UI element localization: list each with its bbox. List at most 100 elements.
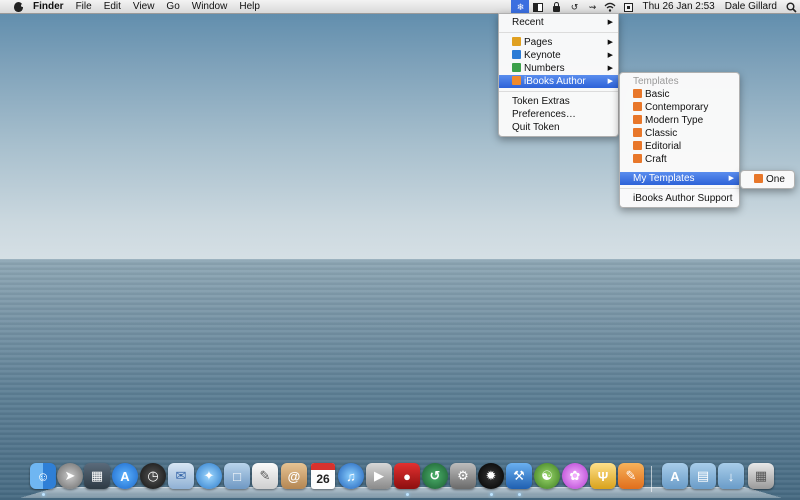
menu-item-label: Numbers (524, 63, 565, 74)
menu-item-label: One (766, 174, 785, 185)
itunes-icon[interactable]: ♫ (338, 463, 364, 489)
applications-folder-icon[interactable]: A (662, 463, 688, 489)
finder-icon[interactable]: ☺ (30, 463, 56, 489)
dock-divider (651, 466, 652, 492)
lock-icon[interactable] (547, 0, 565, 14)
menu-separator (499, 32, 618, 33)
running-indicator (42, 493, 45, 496)
menu-item-numbers[interactable]: Numbers ▶ (499, 62, 618, 75)
menu-item-label: Modern Type (645, 115, 704, 126)
menu-separator (499, 91, 618, 92)
running-indicator (518, 493, 521, 496)
menu-item-ibooks-support[interactable]: iBooks Author Support (620, 192, 739, 205)
trash-icon[interactable]: ▦ (748, 463, 774, 489)
magnifier-icon[interactable] (782, 0, 800, 14)
pages-icon[interactable]: ✎ (618, 463, 644, 489)
menu-item-label: Recent (512, 17, 544, 28)
menu-item-my-templates[interactable]: My Templates ▶ (620, 172, 739, 185)
menu-item-recent[interactable]: Recent ▶ (499, 16, 618, 29)
template-icon (633, 115, 642, 124)
menu-window[interactable]: Window (186, 0, 234, 14)
template-icon (633, 154, 642, 163)
templates-header: Templates (633, 76, 679, 87)
submenu-arrow-icon: ▶ (607, 78, 613, 85)
menu-item-label: Pages (524, 37, 553, 48)
status-menus: ❄ ↺ ⇝ Thu 26 Jan 2:53 Dale Gillard (511, 0, 800, 14)
facetime-icon[interactable]: ▶ (366, 463, 392, 489)
documents-folder-icon[interactable]: ▤ (690, 463, 716, 489)
template-classic[interactable]: Classic (620, 127, 739, 140)
input-icon[interactable] (619, 0, 637, 14)
flower-icon[interactable]: ✿ (562, 463, 588, 489)
calendar-icon[interactable]: 26 (311, 463, 335, 489)
ibooks-author-icon (512, 76, 521, 85)
app-store-icon[interactable]: A (112, 463, 138, 489)
menu-item-label: Contemporary (645, 102, 709, 113)
template-icon (633, 128, 642, 137)
menu-go[interactable]: Go (160, 0, 185, 14)
wifi-icon[interactable] (601, 0, 619, 14)
apple-menu[interactable] (9, 1, 27, 12)
time-machine-icon[interactable]: ↺ (565, 0, 583, 14)
preview-icon[interactable]: □ (224, 463, 250, 489)
time-machine-icon[interactable]: ↺ (422, 463, 448, 489)
downloads-folder-icon[interactable]: ↓ (718, 463, 744, 489)
menu-item-token-extras[interactable]: Token Extras (499, 95, 618, 108)
menu-file[interactable]: File (70, 0, 98, 14)
template-icon (633, 102, 642, 111)
template-editorial[interactable]: Editorial (620, 140, 739, 153)
photo-booth-icon[interactable]: ● (394, 463, 420, 489)
launchpad-icon[interactable]: ➤ (57, 463, 83, 489)
menu-edit[interactable]: Edit (98, 0, 127, 14)
submenu-arrow-icon: ▶ (607, 65, 613, 72)
numbers-icon (512, 63, 521, 72)
template-contemporary[interactable]: Contemporary (620, 101, 739, 114)
template-one[interactable]: One (741, 173, 794, 186)
contacts-icon[interactable]: @ (281, 463, 307, 489)
menu-item-quit[interactable]: Quit Token (499, 121, 618, 134)
token-menu: Recent ▶ Pages ▶ Keynote ▶ Numbers ▶ iBo… (498, 13, 619, 137)
coda-icon[interactable]: ☯ (534, 463, 560, 489)
display-icon[interactable] (529, 0, 547, 14)
submenu-arrow-icon: ▶ (607, 39, 613, 46)
menu-item-label: Classic (645, 128, 678, 139)
my-templates-submenu: One (740, 170, 795, 189)
mission-control-icon[interactable]: ▦ (84, 463, 110, 489)
menu-view[interactable]: View (127, 0, 161, 14)
running-indicator (490, 493, 493, 496)
template-modern-type[interactable]: Modern Type (620, 114, 739, 127)
calendar-header (311, 463, 335, 470)
textedit-icon[interactable]: ✎ (252, 463, 278, 489)
menu-item-label: Craft (645, 154, 667, 165)
template-craft[interactable]: Craft (620, 153, 739, 166)
token-icon[interactable]: ❄ (511, 0, 530, 14)
dashboard-icon[interactable]: ◷ (140, 463, 166, 489)
submenu-arrow-icon: ▶ (607, 52, 613, 59)
menu-separator (620, 188, 739, 189)
menu-item-ibooks-author[interactable]: iBooks Author ▶ (499, 75, 618, 88)
template-basic[interactable]: Basic (620, 88, 739, 101)
mail-icon[interactable]: ✉ (168, 463, 194, 489)
menu-item-label: My Templates (633, 173, 695, 184)
menu-item-label: iBooks Author (524, 76, 586, 87)
xcode-icon[interactable]: ⚒ (506, 463, 532, 489)
aperture-icon[interactable]: ✹ (478, 463, 504, 489)
ibooks-author-submenu: Templates Basic Contemporary Modern Type… (619, 72, 740, 208)
apple-icon (13, 1, 24, 12)
system-preferences-icon[interactable]: ⚙ (450, 463, 476, 489)
menubar-user[interactable]: Dale Gillard (720, 0, 782, 14)
lyre-icon[interactable]: Ψ (590, 463, 616, 489)
template-icon (633, 89, 642, 98)
running-indicator (406, 493, 409, 496)
safari-icon[interactable]: ✦ (196, 463, 222, 489)
menubar-clock[interactable]: Thu 26 Jan 2:53 (637, 0, 719, 14)
app-menu-finder[interactable]: Finder (27, 0, 70, 14)
pages-icon (512, 37, 521, 46)
menu-item-preferences[interactable]: Preferences… (499, 108, 618, 121)
menu-item-label: Editorial (645, 141, 682, 152)
submenu-arrow-icon: ▶ (728, 175, 734, 182)
menu-item-pages[interactable]: Pages ▶ (499, 36, 618, 49)
menu-help[interactable]: Help (233, 0, 266, 14)
menu-item-keynote[interactable]: Keynote ▶ (499, 49, 618, 62)
bluetooth-icon[interactable]: ⇝ (583, 0, 601, 14)
